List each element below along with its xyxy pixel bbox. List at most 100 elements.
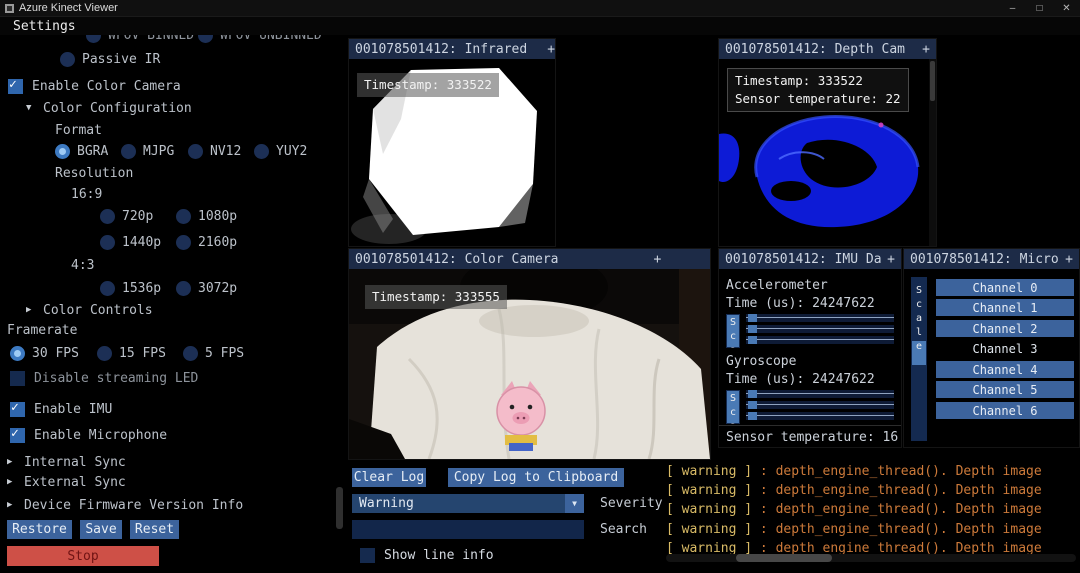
enable-microphone-checkbox[interactable]: ✓ Enable Microphone (10, 426, 167, 444)
checkbox-icon[interactable]: ✓ (10, 428, 25, 443)
color-camera-view: Timestamp: 333555 (349, 269, 710, 459)
channel-6-button[interactable]: Channel 6 (936, 402, 1074, 419)
framerate-30fps[interactable]: 30 FPS (10, 344, 79, 362)
resolution-1440p[interactable]: 1440p (100, 233, 161, 251)
framerate-15fps[interactable]: 15 FPS (97, 344, 166, 362)
radio-icon[interactable] (60, 52, 75, 67)
framerate-5fps[interactable]: 5 FPS (183, 344, 244, 362)
radio-icon[interactable] (10, 346, 25, 361)
depth-tab[interactable]: 001078501412: Depth Cam + (719, 39, 936, 59)
internal-sync-header[interactable]: ▶ Internal Sync (7, 453, 126, 471)
resolution-3072p[interactable]: 3072p (176, 279, 237, 297)
reset-button[interactable]: Reset (130, 520, 179, 539)
resolution-2160p[interactable]: 2160p (176, 233, 237, 251)
radio-icon[interactable] (183, 346, 198, 361)
channel-4-button[interactable]: Channel 4 (936, 361, 1074, 378)
channel-5-button[interactable]: Channel 5 (936, 381, 1074, 398)
resolution-720p[interactable]: 720p (100, 207, 153, 225)
scrollbar-grip[interactable] (736, 554, 832, 562)
show-line-info-checkbox[interactable]: Show line info (360, 546, 494, 564)
microphone-scale-slider[interactable]: Scale (911, 277, 927, 441)
radio-icon[interactable] (176, 209, 191, 224)
format-yuy2[interactable]: YUY2 (254, 142, 307, 160)
radio-icon[interactable] (254, 144, 269, 159)
channel-0-button[interactable]: Channel 0 (936, 279, 1074, 296)
color-controls-header[interactable]: ▶ Color Controls (26, 301, 153, 319)
depth-panel: 001078501412: Depth Cam + Timestamp: 333… (718, 38, 937, 247)
depth-mode-wfov-binned[interactable]: WFOV BINNED (86, 35, 194, 44)
format-bgra[interactable]: BGRA (55, 142, 108, 160)
checkbox-icon[interactable]: ✓ (10, 402, 25, 417)
depth-mode-wfov-unbinned[interactable]: WFOV UNBINNED (198, 35, 322, 44)
add-view-icon[interactable]: + (887, 252, 895, 267)
accelerometer-y-graph[interactable] (746, 325, 894, 333)
disable-streaming-led-checkbox[interactable]: Disable streaming LED (10, 369, 198, 387)
gyroscope-scale-slider[interactable]: Scale (726, 390, 740, 424)
radio-icon[interactable] (97, 346, 112, 361)
format-nv12[interactable]: NV12 (188, 142, 241, 160)
radio-icon[interactable] (100, 209, 115, 224)
chevron-right-icon: ▶ (26, 305, 36, 315)
sidebar-scrollbar[interactable] (336, 487, 343, 529)
accelerometer-z-graph[interactable] (746, 336, 894, 344)
add-view-icon[interactable]: + (1065, 252, 1073, 267)
maximize-button[interactable]: □ (1026, 0, 1053, 17)
color-camera-tab-label: 001078501412: Color Camera (355, 252, 559, 267)
radio-icon[interactable] (100, 235, 115, 250)
resolution-1080p[interactable]: 1080p (176, 207, 237, 225)
format-mjpg[interactable]: MJPG (121, 142, 174, 160)
color-configuration-header[interactable]: ▼ Color Configuration (26, 99, 192, 117)
infrared-tab[interactable]: 001078501412: Infrared + (349, 39, 555, 59)
resolution-1536p[interactable]: 1536p (100, 279, 161, 297)
menu-settings[interactable]: Settings (13, 19, 76, 34)
chevron-down-icon[interactable]: ▼ (565, 494, 584, 513)
close-button[interactable]: ✕ (1053, 0, 1080, 17)
gyroscope-z-graph[interactable] (746, 412, 894, 420)
gyroscope-label: Gyroscope (726, 354, 796, 369)
device-firmware-header[interactable]: ▶ Device Firmware Version Info (7, 496, 243, 514)
enable-imu-checkbox[interactable]: ✓ Enable IMU (10, 400, 112, 418)
clear-log-button[interactable]: Clear Log (352, 468, 426, 487)
checkmark-icon: ✓ (11, 426, 19, 441)
color-camera-tab[interactable]: 001078501412: Color Camera + (349, 249, 710, 269)
imu-tab[interactable]: 001078501412: IMU Da + (719, 249, 901, 269)
checkbox-icon[interactable] (360, 548, 375, 563)
minimize-button[interactable]: – (999, 0, 1026, 17)
channel-3-button[interactable]: Channel 3 (936, 340, 1074, 357)
checkbox-icon[interactable] (10, 371, 25, 386)
microphone-tab[interactable]: 001078501412: Micro + (904, 249, 1079, 269)
depth-scrollbar[interactable] (929, 59, 936, 246)
add-view-icon[interactable]: + (922, 42, 930, 57)
gyroscope-x-graph[interactable] (746, 390, 894, 398)
severity-dropdown[interactable]: Warning ▼ (352, 494, 584, 513)
radio-icon[interactable] (100, 281, 115, 296)
chevron-down-icon: ▼ (26, 103, 36, 113)
radio-icon[interactable] (198, 35, 213, 43)
settings-panel: WFOV BINNED WFOV UNBINNED Passive IR ✓ E… (0, 35, 346, 573)
accelerometer-scale-slider[interactable]: Scale (726, 314, 740, 348)
gyroscope-y-graph[interactable] (746, 401, 894, 409)
channel-1-button[interactable]: Channel 1 (936, 299, 1074, 316)
checkbox-icon[interactable]: ✓ (8, 79, 23, 94)
external-sync-header[interactable]: ▶ External Sync (7, 473, 126, 491)
search-input[interactable] (352, 520, 584, 539)
enable-color-camera-checkbox[interactable]: ✓ Enable Color Camera (8, 77, 181, 95)
aspect-4-3-label: 4:3 (71, 256, 94, 274)
channel-2-button[interactable]: Channel 2 (936, 320, 1074, 337)
add-view-icon[interactable]: + (547, 42, 555, 57)
radio-icon[interactable] (176, 235, 191, 250)
radio-icon[interactable] (176, 281, 191, 296)
stop-button[interactable]: Stop (7, 546, 159, 566)
restore-button[interactable]: Restore (7, 520, 72, 539)
add-view-icon[interactable]: + (654, 252, 662, 267)
save-button[interactable]: Save (80, 520, 122, 539)
depth-mode-passive-ir[interactable]: Passive IR (60, 50, 160, 68)
copy-log-button[interactable]: Copy Log to Clipboard (448, 468, 624, 487)
radio-icon[interactable] (86, 35, 101, 43)
radio-icon[interactable] (55, 144, 70, 159)
title-bar: Azure Kinect Viewer – □ ✕ (0, 0, 1080, 17)
accelerometer-x-graph[interactable] (746, 314, 894, 322)
radio-icon[interactable] (188, 144, 203, 159)
log-horizontal-scrollbar[interactable] (666, 554, 1076, 562)
radio-icon[interactable] (121, 144, 136, 159)
